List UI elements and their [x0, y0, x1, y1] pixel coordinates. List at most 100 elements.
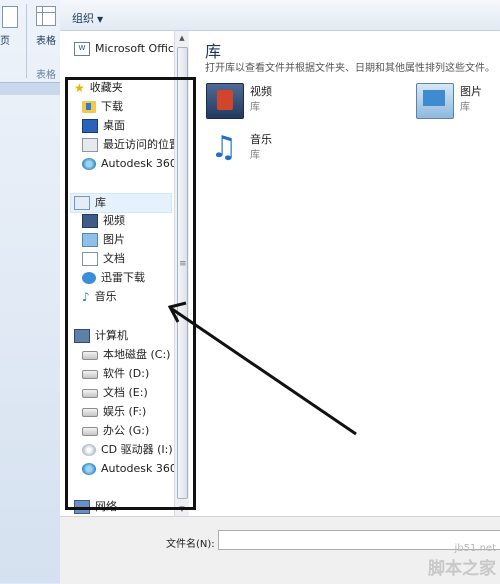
table-icon[interactable] — [36, 6, 56, 26]
organize-label: 组织 — [72, 12, 94, 25]
nav-header-favorites[interactable]: ★ 收藏夹 — [74, 79, 123, 97]
dialog-toolbar: 组织 ▼ — [60, 0, 500, 31]
nav-item-label: 文档 — [103, 252, 125, 265]
library-tile-pictures[interactable]: 图片 库 — [416, 83, 500, 123]
downloads-folder-icon — [82, 101, 96, 113]
nav-header-computer[interactable]: 计算机 — [74, 327, 128, 345]
nav-item-label: 图片 — [103, 233, 125, 246]
nav-item-label: 下载 — [101, 100, 123, 113]
library-tile-type: 库 — [250, 102, 260, 113]
star-icon: ★ — [74, 81, 85, 95]
nav-item-drive-g[interactable]: 办公 (G:) — [82, 422, 149, 440]
nav-header-libraries[interactable]: 库 — [70, 193, 172, 213]
music-library-icon: ♫ — [210, 130, 238, 165]
nav-item-drive-f[interactable]: 娱乐 (F:) — [82, 403, 146, 421]
nav-item-cd-drive[interactable]: CD 驱动器 (I:) — [82, 441, 173, 459]
ribbon-table-label: 表格 — [36, 36, 56, 47]
nav-item-label: 本地磁盘 (C:) — [103, 348, 171, 361]
nav-item-autodesk-360[interactable]: Autodesk 360 — [82, 155, 177, 173]
cd-drive-icon — [82, 444, 96, 456]
nav-item-music[interactable]: ♪ 音乐 — [82, 288, 117, 306]
ribbon-group-label: 表格 — [36, 70, 56, 81]
nav-item-videos[interactable]: 视频 — [82, 212, 125, 230]
nav-item-autodesk-360-computer[interactable]: Autodesk 360 — [82, 460, 177, 478]
background-ribbon: 页 表格 表格 — [0, 0, 61, 583]
organize-button[interactable]: 组织 ▼ — [72, 10, 103, 26]
nav-item-drive-d[interactable]: 软件 (D:) — [82, 365, 149, 383]
chevron-down-icon: ▼ — [97, 15, 104, 24]
nav-item-label: Autodesk 360 — [101, 157, 177, 170]
music-note-icon: ♪ — [82, 290, 90, 304]
video-icon — [82, 214, 98, 228]
office-icon: W — [74, 42, 90, 56]
nav-item-recent-places[interactable]: 最近访问的位置 — [82, 136, 180, 154]
page-description: 打开库以查看文件并根据文件夹、日期和其他属性排列这些文件。 — [205, 63, 495, 74]
xunlei-icon — [82, 272, 96, 284]
desktop-icon — [82, 119, 98, 133]
scrollbar-thumb[interactable] — [177, 47, 188, 499]
nav-item-downloads[interactable]: 下载 — [82, 98, 123, 116]
library-tile-type: 库 — [250, 150, 260, 161]
nav-item-documents[interactable]: 文档 — [82, 250, 125, 268]
document-icon — [82, 252, 98, 266]
nav-item-label: 办公 (G:) — [103, 424, 150, 437]
hard-drive-icon — [82, 350, 98, 360]
nav-item-drive-e[interactable]: 文档 (E:) — [82, 384, 148, 402]
scroll-up-arrow-icon[interactable]: ▲ — [175, 31, 189, 45]
pictures-library-icon — [416, 83, 454, 119]
nav-header-label: 收藏夹 — [89, 81, 123, 94]
computer-icon — [74, 329, 90, 343]
nav-item-label: 娱乐 (F:) — [103, 405, 147, 418]
navigation-pane: W Microsoft Office ★ 收藏夹 下载 桌面 最近访问的位置 Aut… — [60, 31, 181, 516]
hard-drive-icon — [82, 426, 98, 436]
nav-item-desktop[interactable]: 桌面 — [82, 117, 125, 135]
watermark: jb51.net 脚本之家 — [428, 543, 496, 579]
nav-item-label: 最近访问的位置 — [103, 138, 180, 151]
nav-item-label: 视频 — [103, 214, 125, 227]
nav-item-label: 软件 (D:) — [103, 367, 150, 380]
autodesk-cloud-icon — [82, 158, 96, 170]
nav-item-label: 文档 (E:) — [103, 386, 148, 399]
nav-item-xunlei-downloads[interactable]: 迅雷下载 — [82, 269, 145, 287]
library-tile-name: 图片 — [460, 85, 482, 98]
hard-drive-icon — [82, 407, 98, 417]
library-tile-type: 库 — [460, 102, 470, 113]
network-icon — [74, 500, 90, 514]
recent-places-icon — [82, 138, 98, 152]
nav-item-label: 音乐 — [94, 290, 117, 303]
nav-header-label: 网络 — [95, 500, 117, 513]
ribbon-page-label: 页 — [0, 36, 10, 47]
library-tile-videos[interactable]: 视频 库 — [206, 83, 326, 123]
file-dialog: 组织 ▼ W Microsoft Office ★ 收藏夹 下载 桌面 最近访问的位置… — [60, 0, 500, 584]
page-icon[interactable] — [2, 6, 18, 28]
filename-label: 文件名(N): — [166, 539, 215, 550]
hard-drive-icon — [82, 388, 98, 398]
scrollbar-grip-icon: ≡ — [179, 259, 187, 269]
nav-item-label: 迅雷下载 — [101, 271, 145, 284]
nav-header-label: 计算机 — [95, 329, 128, 342]
autodesk-cloud-icon — [82, 463, 96, 475]
libraries-content-pane: 库 打开库以查看文件并根据文件夹、日期和其他属性排列这些文件。 视频 库 图片 … — [190, 31, 500, 516]
nav-header-label: 库 — [95, 196, 106, 209]
library-tile-music[interactable]: ♫ 音乐 库 — [206, 131, 326, 171]
nav-item-label: Microsoft Office — [95, 42, 181, 55]
library-icon — [74, 196, 90, 210]
hard-drive-icon — [82, 369, 98, 379]
pictures-icon — [82, 233, 98, 247]
watermark-site: 脚本之家 — [428, 559, 496, 579]
library-tile-name: 视频 — [250, 85, 272, 98]
nav-scrollbar[interactable]: ▲ ≡ ▼ — [174, 31, 189, 516]
nav-item-label: 桌面 — [103, 119, 125, 132]
nav-item-microsoft-office[interactable]: W Microsoft Office — [74, 40, 181, 58]
scroll-down-arrow-icon[interactable]: ▼ — [175, 502, 189, 516]
ribbon-separator — [26, 4, 27, 78]
nav-item-label: CD 驱动器 (I:) — [101, 443, 173, 456]
nav-item-label: Autodesk 360 — [101, 462, 177, 475]
nav-header-network[interactable]: 网络 — [74, 498, 117, 516]
watermark-url: jb51.net — [454, 543, 496, 554]
ribbon-bottom-bar — [0, 82, 60, 95]
nav-item-pictures[interactable]: 图片 — [82, 231, 125, 249]
video-library-icon — [206, 83, 244, 119]
nav-item-drive-c[interactable]: 本地磁盘 (C:) — [82, 346, 170, 364]
library-tile-name: 音乐 — [250, 133, 272, 146]
